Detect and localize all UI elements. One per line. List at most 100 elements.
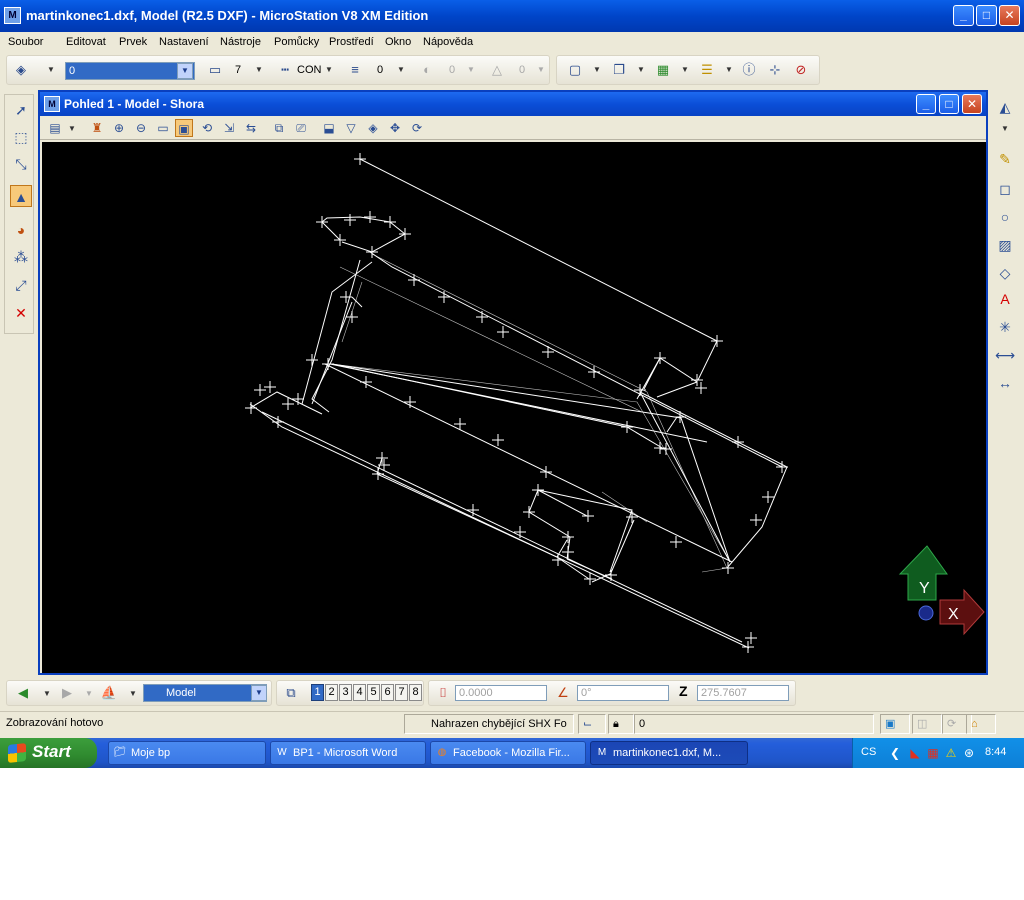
home-icon[interactable]: ⌂ — [966, 714, 996, 734]
chevron-down-icon[interactable]: ▼ — [725, 65, 733, 74]
snap-mode-icon[interactable]: ⌙ — [578, 714, 606, 734]
back-arrow-icon[interactable]: ◀ — [13, 683, 33, 703]
level-display-icon[interactable]: ☰ — [697, 60, 717, 80]
dimension-icon[interactable]: ⟷ — [994, 344, 1016, 366]
fit-view-icon[interactable]: ▣ — [175, 119, 193, 137]
priority-icon[interactable]: △ — [487, 60, 507, 80]
copy-view-icon[interactable]: ⧉ — [270, 119, 288, 137]
fence-icon[interactable]: ⬚ — [10, 126, 32, 148]
scale-icon[interactable]: ⤢ — [10, 274, 32, 296]
hatch-icon[interactable]: ▨ — [994, 234, 1016, 256]
task-moje-bp[interactable]: 📁︎ Moje bp — [108, 741, 266, 765]
menu-prvek[interactable]: Prvek — [119, 36, 147, 48]
paint-icon[interactable]: ◕ — [10, 219, 32, 241]
zoom-out-icon[interactable]: ⊖ — [132, 119, 150, 137]
chevron-down-icon[interactable]: ▼ — [68, 124, 76, 133]
language-indicator[interactable]: CS — [861, 746, 876, 758]
color-icon[interactable]: ▭ — [205, 60, 225, 80]
models-icon[interactable]: ❐ — [609, 60, 629, 80]
view-button-5[interactable]: 5 — [367, 684, 380, 701]
microstation-app-icon[interactable]: M — [4, 7, 21, 24]
chevron-down-icon[interactable]: ▼ — [637, 65, 645, 74]
line-weight-icon[interactable]: ≡ — [345, 60, 365, 80]
acrobat-icon[interactable]: ◣ — [907, 745, 923, 761]
window-area-icon[interactable]: ▭ — [154, 119, 172, 137]
zoom-in-icon[interactable]: ⊕ — [110, 119, 128, 137]
view-tools-icon[interactable]: ◭ — [994, 96, 1016, 118]
view-button-4[interactable]: 4 — [353, 684, 366, 701]
view-title-bar[interactable]: M Pohled 1 - Model - Shora _ □ ✕ — [40, 92, 986, 116]
model-dropdown-arrow[interactable]: ▼ — [251, 685, 267, 701]
menu-napoveda[interactable]: Nápověda — [423, 36, 473, 48]
chevron-down-icon[interactable]: ▼ — [255, 65, 263, 74]
filter-icon[interactable]: ▽ — [342, 119, 360, 137]
color-value[interactable]: 7 — [235, 64, 241, 76]
no-render-icon[interactable]: ⊘ — [791, 60, 811, 80]
view-button-6[interactable]: 6 — [381, 684, 394, 701]
menu-pomucky[interactable]: Pomůcky — [274, 36, 319, 48]
model-select[interactable]: Model — [143, 684, 267, 702]
view-groups-icon[interactable]: ⧉ — [281, 683, 301, 703]
chevron-down-icon[interactable]: ▼ — [681, 65, 689, 74]
camera-icon[interactable]: ⎚ — [292, 119, 310, 137]
place-text-icon[interactable]: A — [994, 288, 1016, 310]
view-close-button[interactable]: ✕ — [962, 94, 982, 114]
tray-arrow-icon[interactable]: ❮ — [887, 745, 903, 761]
view-button-2[interactable]: 2 — [325, 684, 338, 701]
chevron-down-icon[interactable]: ▼ — [397, 65, 405, 74]
task-word[interactable]: W BP1 - Microsoft Word — [270, 741, 426, 765]
chevron-down-icon[interactable]: ▼ — [593, 65, 601, 74]
close-button[interactable]: ✕ — [999, 5, 1020, 26]
maximize-button[interactable]: □ — [976, 5, 997, 26]
level-manager-icon[interactable]: ◈ — [11, 60, 31, 80]
display-style-icon[interactable]: ◈ — [364, 119, 382, 137]
warning-icon[interactable]: ⚠ — [943, 745, 959, 761]
select-arrow-icon[interactable]: ➚ — [10, 99, 32, 121]
angle-icon[interactable]: ∠ — [553, 683, 573, 703]
design-file-icon[interactable]: ▣ — [880, 714, 910, 734]
modify-element-icon[interactable]: ◇ — [994, 262, 1016, 284]
place-block-icon[interactable]: ◻ — [994, 178, 1016, 200]
minimize-button[interactable]: _ — [953, 5, 974, 26]
line-style-value[interactable]: CON — [297, 64, 321, 76]
view-previous-icon[interactable]: ⇆ — [242, 119, 260, 137]
view-button-1[interactable]: 1 — [311, 684, 324, 701]
view-maximize-button[interactable]: □ — [939, 94, 959, 114]
place-smartline-icon[interactable]: ✎ — [994, 148, 1016, 170]
view-button-3[interactable]: 3 — [339, 684, 352, 701]
start-button[interactable]: Start — [0, 738, 97, 768]
view-rotate-icon[interactable]: ⟳ — [408, 119, 426, 137]
menu-okno[interactable]: Okno — [385, 36, 411, 48]
update-view-icon[interactable]: ♜ — [88, 119, 106, 137]
chevron-down-icon[interactable]: ▼ — [467, 65, 475, 74]
menu-editovat[interactable]: Editovat — [66, 36, 106, 48]
security-icon[interactable]: ▦ — [925, 745, 941, 761]
view-attributes-icon[interactable]: ▤ — [46, 119, 64, 137]
chevron-down-icon[interactable]: ▼ — [47, 65, 55, 74]
menu-nastaveni[interactable]: Nastavení — [159, 36, 209, 48]
cells-icon[interactable]: ✳ — [994, 316, 1016, 338]
transparency-icon[interactable]: ◐ — [417, 60, 437, 80]
model-manager-icon[interactable]: ⛵ — [99, 683, 119, 703]
distance-field[interactable]: 0.0000 — [455, 685, 547, 701]
level-dropdown-arrow[interactable]: ▼ — [177, 63, 193, 79]
view-window-icon[interactable]: M — [44, 96, 60, 112]
measure-icon[interactable]: ⁂ — [10, 246, 32, 268]
lock-icon[interactable]: 🔒︎ — [608, 714, 634, 734]
menu-prostredi[interactable]: Prostředí — [329, 36, 374, 48]
info-icon[interactable]: ⓘ — [739, 60, 759, 80]
angle-field[interactable]: 0° — [577, 685, 669, 701]
open-window-icon[interactable]: ▢ — [565, 60, 585, 80]
place-circle-icon[interactable]: ○ — [994, 206, 1016, 228]
view-window[interactable]: M Pohled 1 - Model - Shora _ □ ✕ ▤ ▼ ♜ ⊕… — [38, 90, 988, 675]
distance-icon[interactable]: ⌷ — [433, 683, 453, 703]
pan-view-icon[interactable]: ⇲ — [220, 119, 238, 137]
manipulate-icon[interactable]: ⤡ — [10, 153, 32, 175]
line-weight-value[interactable]: 0 — [377, 64, 383, 76]
z-field[interactable]: 275.7607 — [697, 685, 789, 701]
view-button-7[interactable]: 7 — [395, 684, 408, 701]
clip-volume-icon[interactable]: ⬓ — [320, 119, 338, 137]
task-firefox[interactable]: ◍ Facebook - Mozilla Fir... — [430, 741, 586, 765]
menu-nastroje[interactable]: Nástroje — [220, 36, 261, 48]
rotate-view-icon[interactable]: ⟲ — [198, 119, 216, 137]
